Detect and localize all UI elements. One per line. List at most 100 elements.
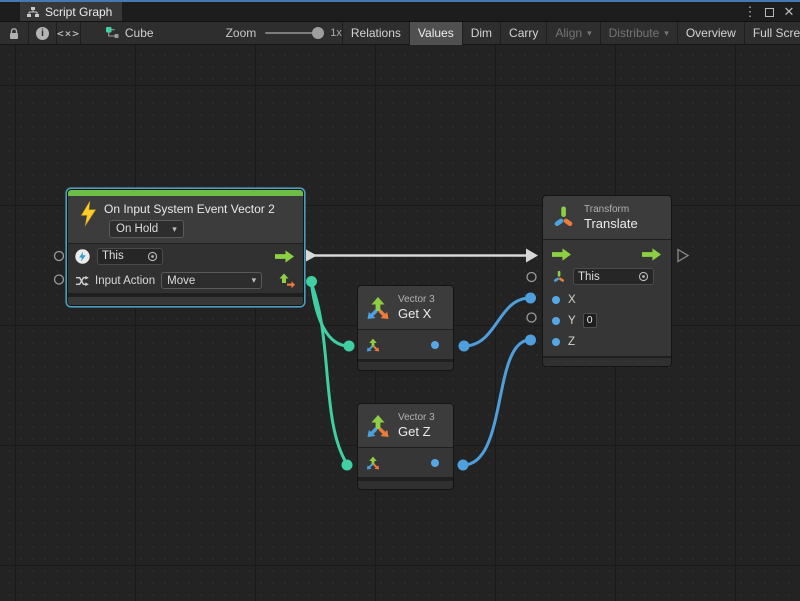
vector2-output-icon[interactable] — [279, 273, 295, 289]
flow-wire-start-arrow — [306, 250, 317, 262]
chevron-down-icon: ▾ — [664, 29, 669, 38]
close-icon[interactable]: ✕ — [782, 3, 796, 21]
info-button[interactable]: i — [29, 27, 56, 40]
zoom-label: Zoom — [226, 26, 257, 40]
chevron-down-icon: ▾ — [172, 225, 177, 234]
getx-body — [358, 329, 453, 359]
y-port-label: Y — [568, 315, 576, 327]
translate-y-row: Y 0 — [543, 310, 671, 331]
getz-result-dot[interactable] — [431, 459, 439, 467]
getz-output-port[interactable] — [458, 460, 469, 471]
flow-output-arrow-icon[interactable] — [642, 248, 661, 261]
node-get-z[interactable]: Vector 3 Get Z — [357, 403, 454, 490]
values-button[interactable]: Values — [409, 22, 462, 45]
zoom-slider[interactable] — [265, 32, 322, 34]
tab-bar: Script Graph ⋮ ✕ — [0, 2, 800, 22]
x-port-label: X — [568, 294, 576, 306]
wire-getz-to-translate-z[interactable] — [463, 340, 530, 465]
translate-category: Transform — [584, 204, 638, 215]
z-port-label: Z — [568, 336, 575, 348]
chevron-down-icon: ▾ — [252, 276, 257, 285]
window-controls: ⋮ ✕ — [743, 2, 796, 22]
distribute-button[interactable]: Distribute▾ — [600, 22, 677, 45]
z-port-dot[interactable] — [552, 338, 560, 346]
event-this-port[interactable] — [55, 252, 64, 261]
object-picker-icon[interactable] — [638, 271, 649, 282]
relations-button[interactable]: Relations — [342, 22, 409, 45]
getx-category: Vector 3 — [398, 294, 435, 305]
event-mode-dropdown[interactable]: On Hold ▾ — [109, 220, 184, 238]
menu-icon[interactable]: ⋮ — [743, 3, 757, 21]
translate-x-port[interactable] — [525, 293, 536, 304]
getx-input-port[interactable] — [344, 341, 355, 352]
wire-getx-to-translate-x[interactable] — [464, 298, 530, 346]
edit-source-button[interactable]: <×> — [57, 27, 80, 40]
align-button[interactable]: Align▾ — [546, 22, 599, 45]
tab-script-graph[interactable]: Script Graph — [20, 2, 122, 21]
zoom-slider-handle[interactable] — [312, 27, 324, 39]
translate-this-port[interactable] — [527, 273, 536, 282]
overview-button[interactable]: Overview — [677, 22, 744, 45]
carry-button[interactable]: Carry — [500, 22, 546, 45]
graph-canvas[interactable]: On Input System Event Vector 2 On Hold ▾… — [0, 45, 800, 601]
lock-button[interactable] — [0, 27, 28, 40]
node-on-input-system-event[interactable]: On Input System Event Vector 2 On Hold ▾… — [67, 189, 304, 306]
translate-target-field[interactable]: This — [573, 268, 654, 285]
getx-output-port[interactable] — [459, 341, 470, 352]
maximize-icon[interactable] — [765, 8, 774, 17]
getz-header[interactable]: Vector 3 Get Z — [358, 404, 453, 447]
visual-scripting-icon — [75, 249, 90, 264]
translate-flow-row — [543, 240, 671, 264]
getx-header[interactable]: Vector 3 Get X — [358, 286, 453, 329]
translate-footer — [543, 356, 671, 366]
flow-output-arrow-icon[interactable] — [275, 250, 294, 263]
event-vector2-output-port[interactable] — [306, 276, 317, 287]
object-picker-icon[interactable] — [147, 251, 158, 262]
script-graph-window: Script Graph ⋮ ✕ i <×> Cub — [0, 0, 800, 601]
translate-y-port[interactable] — [527, 313, 536, 322]
translate-z-port[interactable] — [525, 335, 536, 346]
toolbar-buttons: Relations Values Dim Carry Align▾ Distri… — [342, 22, 800, 45]
getz-footer — [358, 479, 453, 489]
vector3-input-icon[interactable] — [366, 338, 380, 352]
transform-mini-icon — [552, 270, 566, 284]
vector3-input-icon[interactable] — [366, 456, 380, 470]
event-node-header[interactable]: On Input System Event Vector 2 On Hold ▾ — [68, 196, 303, 243]
flow-input-arrow-icon[interactable] — [552, 248, 571, 261]
node-translate[interactable]: Transform Translate — [542, 195, 672, 367]
node-get-x[interactable]: Vector 3 Get X — [357, 285, 454, 371]
graph-asset-icon — [106, 27, 119, 40]
fullscreen-button[interactable]: Full Screen — [744, 22, 800, 45]
y-value-input[interactable]: 0 — [583, 313, 597, 328]
graph-toolbar: i <×> Cube Zoom 1x Relations Values Dim … — [0, 22, 800, 45]
tab-label: Script Graph — [45, 5, 112, 19]
event-target-field[interactable]: This — [97, 248, 163, 265]
getz-input-port[interactable] — [342, 460, 353, 471]
chevron-down-icon: ▾ — [587, 29, 592, 38]
translate-header[interactable]: Transform Translate — [543, 196, 671, 239]
wire-vector2-to-getx[interactable] — [312, 284, 350, 346]
zoom-value: 1x — [330, 27, 342, 39]
getz-body — [358, 447, 453, 477]
transform-icon — [551, 205, 576, 230]
getz-category: Vector 3 — [398, 412, 435, 423]
event-node-title: On Input System Event Vector 2 — [104, 202, 275, 216]
x-port-dot[interactable] — [552, 296, 560, 304]
event-action-row: Input Action Move ▾ — [68, 268, 303, 293]
translate-flow-output-port[interactable] — [678, 250, 688, 262]
event-action-port[interactable] — [55, 275, 64, 284]
getx-result-dot[interactable] — [431, 341, 439, 349]
toolbar-separator — [80, 22, 81, 45]
y-port-dot[interactable] — [552, 317, 560, 325]
event-this-row: This — [68, 243, 303, 268]
zoom-control: Zoom 1x — [226, 26, 342, 40]
graph-reference[interactable]: Cube — [106, 26, 154, 40]
vector3-icon — [366, 414, 390, 438]
translate-x-row: X — [543, 289, 671, 310]
input-action-icon — [75, 274, 89, 288]
dim-button[interactable]: Dim — [462, 22, 500, 45]
vector3-icon — [366, 296, 390, 320]
getx-footer — [358, 360, 453, 370]
input-action-dropdown[interactable]: Move ▾ — [161, 272, 262, 289]
graph-reference-label: Cube — [125, 26, 154, 40]
